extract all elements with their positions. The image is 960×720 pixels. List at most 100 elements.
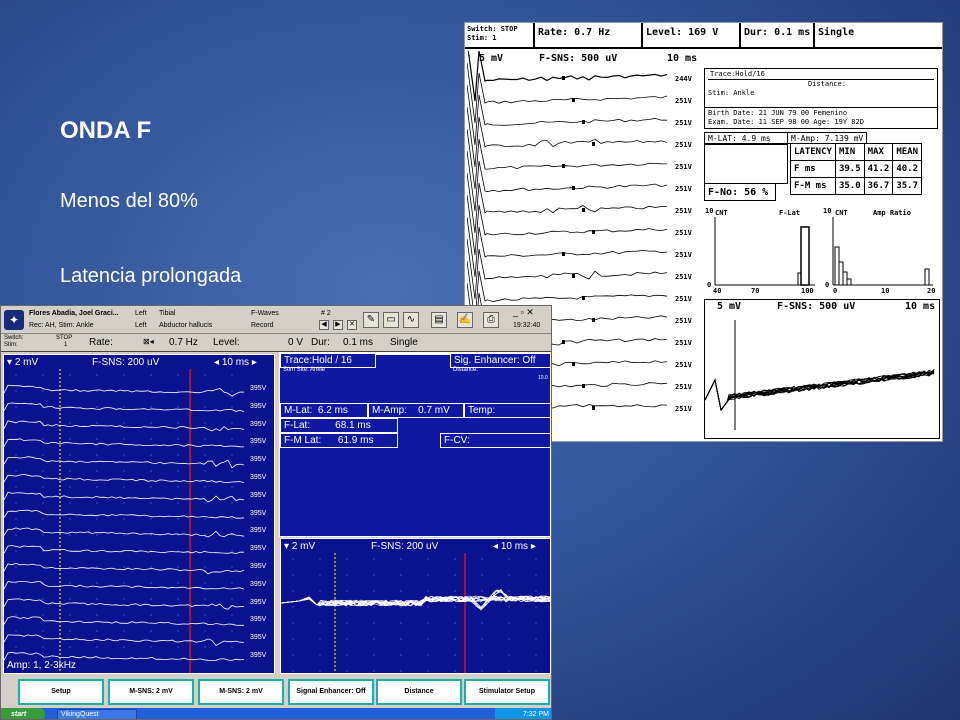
grid-dot <box>292 638 294 640</box>
distance-button[interactable]: Distance <box>376 679 462 705</box>
grid-dot <box>96 614 98 616</box>
grid-dot <box>150 470 152 472</box>
grid-dot <box>69 470 71 472</box>
signal-enhancer-button[interactable]: Signal Enhancer: Off <box>288 679 374 705</box>
prev-icon[interactable]: ◀ <box>319 320 329 330</box>
grid-dot <box>454 558 456 560</box>
f-lat-row: F-Lat: 68.1 ms <box>280 418 398 433</box>
dur-value[interactable]: 0.1 ms <box>343 337 373 348</box>
grid-dot <box>454 606 456 608</box>
hist1-x0: 40 <box>713 287 722 295</box>
grid-dot <box>123 438 125 440</box>
results-panel: Trace:Hold / 16 Sig. Enhancer: Off Stim … <box>279 352 551 537</box>
grid-dot <box>42 390 44 392</box>
trace-level-label: 251V <box>675 273 692 281</box>
f-wave-marker <box>592 406 595 410</box>
printout-trace-label: Trace:Hold/16 <box>708 70 934 80</box>
grid-dot <box>481 638 483 640</box>
printout-distance: Distance: <box>808 80 846 88</box>
printout-stim-text: Stim: 1 <box>467 34 497 42</box>
grid-dot <box>292 622 294 624</box>
hist2-bar <box>838 261 844 286</box>
m-sns-button-2[interactable]: M-SNS: 2 mV <box>198 679 284 705</box>
printout-trace <box>467 150 668 212</box>
level-label: Level: <box>213 337 240 348</box>
fm-lat-value: 61.9 ms <box>337 435 374 446</box>
latency-table: LATENCY MIN MAX MEAN F ms 39.5 41.2 40.2… <box>790 143 922 195</box>
grid-dot <box>177 438 179 440</box>
grid-dot <box>123 518 125 520</box>
waveform-icon[interactable]: ∿ <box>403 312 419 328</box>
fm-lat-row: F-M Lat: 61.9 ms <box>280 433 398 448</box>
rate-toggle-icon[interactable]: ⊠◂ <box>143 337 154 346</box>
printout-trace <box>467 172 667 234</box>
trace-level-label: 251V <box>675 141 692 149</box>
f-wave-marker <box>572 362 575 366</box>
grid-dot <box>150 598 152 600</box>
grid-dot <box>150 486 152 488</box>
grid-dot <box>177 406 179 408</box>
grid-dot <box>123 502 125 504</box>
grid-dot <box>42 598 44 600</box>
grid-dot <box>123 406 125 408</box>
rate-value[interactable]: 0.7 Hz <box>169 337 198 348</box>
grid-dot <box>123 630 125 632</box>
trace-level-label: 395V <box>250 474 267 481</box>
viking-logo-icon: ✦ <box>4 310 24 330</box>
grid-dot <box>204 614 206 616</box>
printout-mode: Single <box>818 27 855 38</box>
trace-hold[interactable]: Trace:Hold / 16 <box>280 353 376 368</box>
trace-level-label: 395V <box>250 402 267 410</box>
clock-time: 19:32:40 <box>513 322 541 329</box>
grid-dot <box>231 534 233 536</box>
grid-dot <box>177 518 179 520</box>
hist1-bar <box>797 272 802 286</box>
grid-dot <box>15 454 17 456</box>
f-wave-marker <box>572 274 575 278</box>
setup-button[interactable]: Setup <box>18 679 104 705</box>
printout-patient-box: Trace:Hold/16 Distance: Stim: Ankle <box>704 68 938 108</box>
side-2: Left <box>135 322 147 329</box>
window-controls[interactable]: _ ▫ ✕ <box>513 307 534 318</box>
print-icon[interactable]: ⎙ <box>483 312 499 328</box>
grid-dot <box>454 574 456 576</box>
level-value[interactable]: 0 V <box>288 337 303 348</box>
grid-dot <box>508 558 510 560</box>
stim-mode[interactable]: Single <box>390 337 418 348</box>
grid-dot <box>150 582 152 584</box>
grid-dot <box>96 598 98 600</box>
start-button[interactable]: start <box>1 708 45 719</box>
next-icon[interactable]: ▶ <box>333 320 343 330</box>
grid-dot <box>400 654 402 656</box>
hist2-x1: 10 <box>881 287 890 295</box>
f-cv-label: F-CV: <box>440 433 550 448</box>
trace-level-label: 251V <box>675 405 692 413</box>
hist1-x1: 70 <box>751 287 760 295</box>
printout-switch: Switch: STOP Stim: 1 <box>465 23 535 47</box>
tools-icon[interactable]: ✎ <box>363 312 379 328</box>
trace-level-label: 251V <box>675 207 692 215</box>
grid-dot <box>373 654 375 656</box>
superimposed-panel[interactable]: ▾ 2 mV F-SNS: 200 uV ◂ 10 ms ▸ <box>280 538 551 674</box>
grid-dot <box>204 374 206 376</box>
grid-dot <box>15 614 17 616</box>
delete-icon[interactable]: ✕ <box>347 320 357 330</box>
trace-panel[interactable]: ▾ 2 mV F-SNS: 200 uV ◂ 10 ms ▸ 395V 395V 3… <box>3 354 275 674</box>
folder-icon[interactable]: ▭ <box>383 312 399 328</box>
grid-dot <box>96 518 98 520</box>
printout-trace <box>467 51 668 102</box>
taskbar-item[interactable]: VikingQuest <box>57 709 137 719</box>
edit-report-icon[interactable]: ✍ <box>457 312 473 328</box>
switch-value[interactable]: STOP <box>56 335 72 342</box>
grid-dot <box>42 374 44 376</box>
m-sns-button-1[interactable]: M-SNS: 2 mV <box>108 679 194 705</box>
stimulator-setup-button[interactable]: Stimulator Setup <box>464 679 550 705</box>
grid-dot <box>150 438 152 440</box>
trace-level-label: 251V <box>675 229 692 237</box>
grid-dot <box>373 574 375 576</box>
trace-level-label: 395V <box>250 652 267 659</box>
switch-group[interactable]: Switch: STOP Stim: 1 <box>4 335 72 349</box>
document-icon[interactable]: ▤ <box>431 312 447 328</box>
grid-dot <box>535 622 537 624</box>
tray-clock: 7:32 PM <box>495 708 551 719</box>
